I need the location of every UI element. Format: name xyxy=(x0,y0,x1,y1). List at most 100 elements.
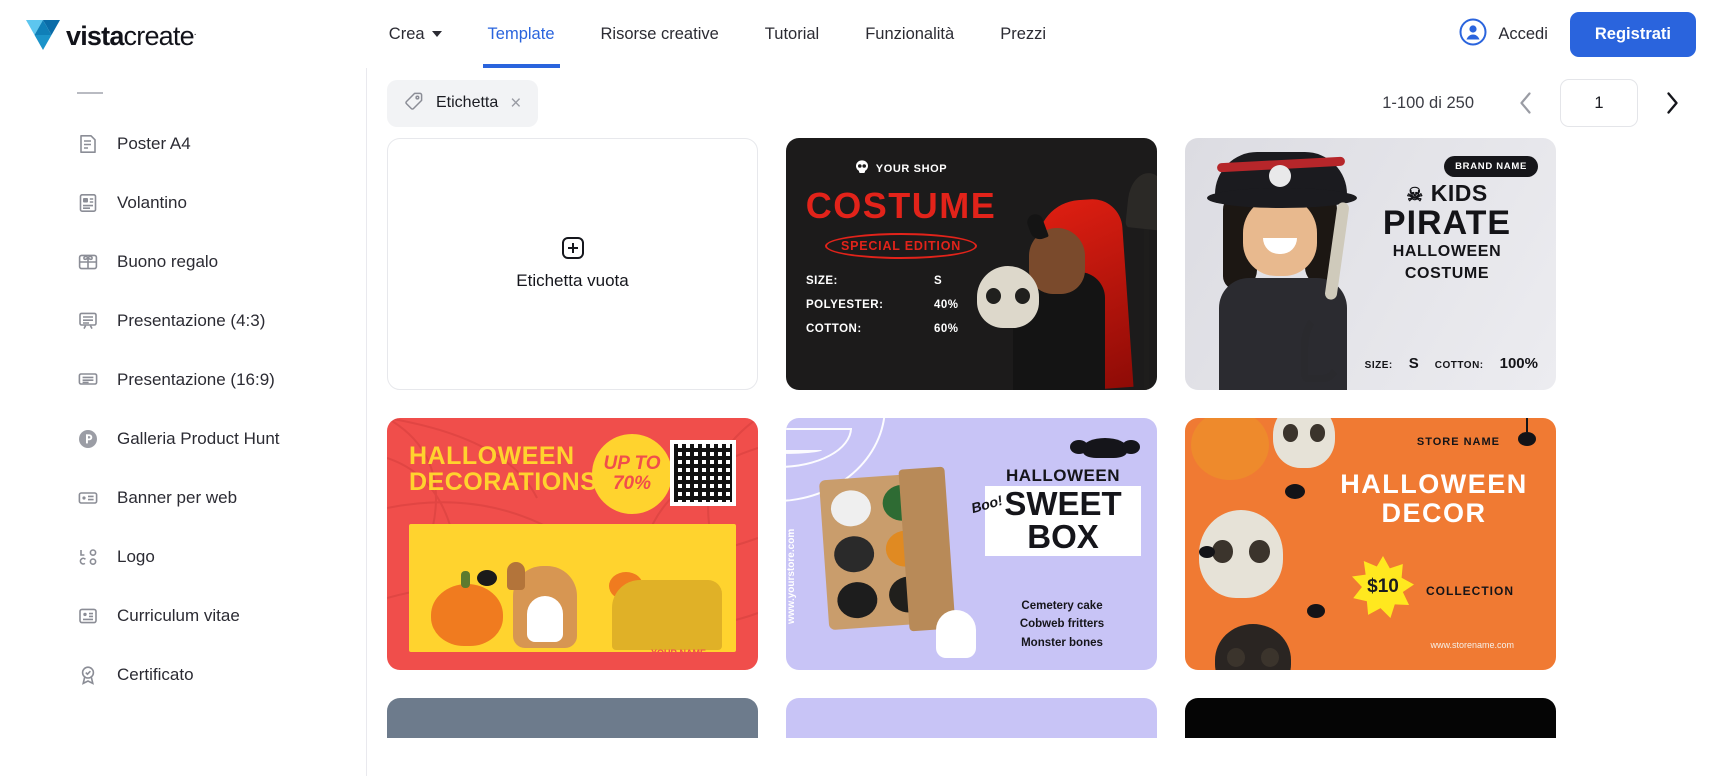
spider-prop xyxy=(1285,484,1305,499)
filter-chip-label: Etichetta xyxy=(436,94,499,111)
corgi-dog xyxy=(507,562,577,648)
template-card-halloween-decor[interactable]: STORE NAME HALLOWEEN DECOR $10 COLLECTIO… xyxy=(1185,418,1556,670)
sidebar-item-presentazione-4-3[interactable]: Presentazione (4:3) xyxy=(0,291,366,350)
sidebar-item-label: Buono regalo xyxy=(117,251,219,271)
nav-item-template[interactable]: Template xyxy=(465,0,578,68)
sidebar-item-banner-per-web[interactable]: Banner per web xyxy=(0,468,366,527)
qr-pattern xyxy=(674,444,732,502)
pirate-specs: SIZE: S COTTON: 100% xyxy=(1365,355,1538,372)
costume-badge-label: SPECIAL EDITION xyxy=(840,239,962,253)
pirate-text-block: ☠ KIDS PIRATE HALLOWEEN COSTUME xyxy=(1352,180,1542,282)
logo-tm: . xyxy=(193,26,197,38)
nav-label: Template xyxy=(487,24,555,43)
template-grid: Etichetta vuota YOUR SHOP COSTUME SPECIA… xyxy=(367,138,1722,738)
pirate-kids-line: ☠ KIDS xyxy=(1352,180,1542,207)
pirate-kids-label: KIDS xyxy=(1430,180,1488,206)
spider-prop xyxy=(1199,546,1215,558)
sidebar-item-volantino[interactable]: Volantino xyxy=(0,173,366,232)
qr-code xyxy=(670,440,736,506)
logo-light: create xyxy=(123,20,195,51)
sweetbox-sweet: SWEET xyxy=(985,486,1141,522)
nav-label: Tutorial xyxy=(764,24,820,43)
decor-store-name: STORE NAME xyxy=(1416,436,1500,448)
template-browser: Etichetta × 1-100 di 250 1 Etichetta vuo… xyxy=(367,68,1722,776)
pirate-hat-brim xyxy=(1207,188,1357,208)
page-body: Poster A4 Volantino Buono regalo Present… xyxy=(0,68,1722,776)
spec-row: COTTON: 60% xyxy=(806,323,996,335)
spec-label: COTTON: xyxy=(806,323,862,335)
sidebar-item-buono-regalo[interactable]: Buono regalo xyxy=(0,232,366,291)
sidebar-item-label: Presentazione (16:9) xyxy=(117,369,275,389)
pirate-cotton-value: 100% xyxy=(1499,355,1538,372)
spider-prop xyxy=(477,570,497,586)
spec-label: SIZE: xyxy=(806,275,838,287)
vistacreate-logo-mark xyxy=(26,19,60,50)
spec-value: S xyxy=(934,275,943,287)
skull-glyph: ☠ xyxy=(1406,185,1424,206)
sidebar-item-presentazione-16-9[interactable]: Presentazione (16:9) xyxy=(0,350,366,409)
spec-row: SIZE: S xyxy=(806,275,996,287)
costume-badge: SPECIAL EDITION xyxy=(824,233,978,259)
store-url-vertical: www.yourstore.com xyxy=(786,528,797,624)
sidebar-item-curriculum-vitae[interactable]: Curriculum vitae xyxy=(0,586,366,645)
nav-item-funzionalita[interactable]: Funzionalità xyxy=(842,0,977,68)
skull-prop xyxy=(1215,624,1291,670)
template-card-costume[interactable]: YOUR SHOP COSTUME SPECIAL EDITION SIZE: … xyxy=(786,138,1157,390)
plus-square-icon xyxy=(561,237,584,259)
sweetbox-box: BOX Boo! xyxy=(969,492,1141,556)
filter-chip-etichetta[interactable]: Etichetta × xyxy=(387,79,539,127)
nav-item-tutorial[interactable]: Tutorial xyxy=(742,0,842,68)
decor-title-line2: DECOR xyxy=(1381,498,1487,529)
sidebar-item-label: Volantino xyxy=(117,192,187,212)
user-circle-icon xyxy=(1459,18,1487,51)
main-navigation: Crea Template Risorse creative Tutorial … xyxy=(366,0,1069,68)
document-icon xyxy=(77,133,99,155)
shop-name-label: YOUR SHOP xyxy=(875,162,948,175)
chevron-left-icon[interactable] xyxy=(1502,79,1550,127)
register-button[interactable]: Registrati xyxy=(1569,11,1696,57)
sidebar-item-galleria-product-hunt[interactable]: Galleria Product Hunt xyxy=(0,409,366,468)
category-sidebar: Poster A4 Volantino Buono regalo Present… xyxy=(0,68,367,776)
yellow-cloth xyxy=(612,580,722,650)
nav-label: Risorse creative xyxy=(600,24,719,43)
vistacreate-logo[interactable]: vistacreate. xyxy=(26,16,197,53)
tag-icon xyxy=(404,91,424,116)
nav-item-crea[interactable]: Crea xyxy=(366,0,465,68)
template-card-empty-label[interactable]: Etichetta vuota xyxy=(387,138,758,390)
template-card-partial-1[interactable] xyxy=(387,698,758,738)
sidebar-item-label: Logo xyxy=(117,546,155,566)
child-face xyxy=(1243,196,1317,276)
login-link[interactable]: Accedi xyxy=(1459,18,1548,51)
sidebar-item-certificato[interactable]: Certificato xyxy=(0,645,366,704)
sidebar-item-label: Banner per web xyxy=(117,487,238,507)
spec-label: POLYESTER: xyxy=(806,299,884,311)
decor-title: HALLOWEEN DECOR xyxy=(1334,469,1534,529)
chevron-right-icon[interactable] xyxy=(1648,79,1696,127)
nav-item-risorse-creative[interactable]: Risorse creative xyxy=(578,0,742,68)
pirate-cotton-label: COTTON: xyxy=(1434,360,1484,371)
pirate-subtitle-1: HALLOWEEN xyxy=(1392,243,1502,261)
nav-item-prezzi[interactable]: Prezzi xyxy=(977,0,1069,68)
nav-label: Funzionalità xyxy=(865,24,955,43)
spider-prop xyxy=(1307,604,1325,618)
spec-value: 60% xyxy=(934,323,959,335)
your-name-label: YOUR NAME xyxy=(651,648,706,652)
template-card-pirate[interactable]: BRAND NAME ☠ KIDS PIRATE HALLOWEEN COSTU… xyxy=(1185,138,1556,390)
logo-wordmark: vistacreate. xyxy=(66,16,197,53)
sidebar-divider xyxy=(77,92,103,94)
costume-title: COSTUME xyxy=(805,185,997,226)
spec-value: 40% xyxy=(934,299,959,311)
template-card-halloween-decorations[interactable]: HALLOWEEN DECORATIONS UP TO 70% YOUR NAM… xyxy=(387,418,758,670)
template-card-sweet-box[interactable]: www.yourstore.com HALLOWEEN SWEET BOX Boo… xyxy=(786,418,1157,670)
shop-name-line: YOUR SHOP xyxy=(855,160,947,177)
sidebar-item-label: Presentazione (4:3) xyxy=(117,310,266,330)
template-card-partial-3[interactable] xyxy=(1185,698,1556,738)
page-number-input[interactable] xyxy=(1560,79,1638,127)
sidebar-item-logo[interactable]: Logo xyxy=(0,527,366,586)
empty-card-label: Etichetta vuota xyxy=(516,271,629,290)
template-card-partial-2[interactable] xyxy=(786,698,1157,738)
pirate-size-label: SIZE: xyxy=(1364,360,1393,371)
nav-label: Crea xyxy=(388,24,425,43)
close-icon[interactable]: × xyxy=(510,94,521,113)
sidebar-item-poster-a4[interactable]: Poster A4 xyxy=(0,114,366,173)
